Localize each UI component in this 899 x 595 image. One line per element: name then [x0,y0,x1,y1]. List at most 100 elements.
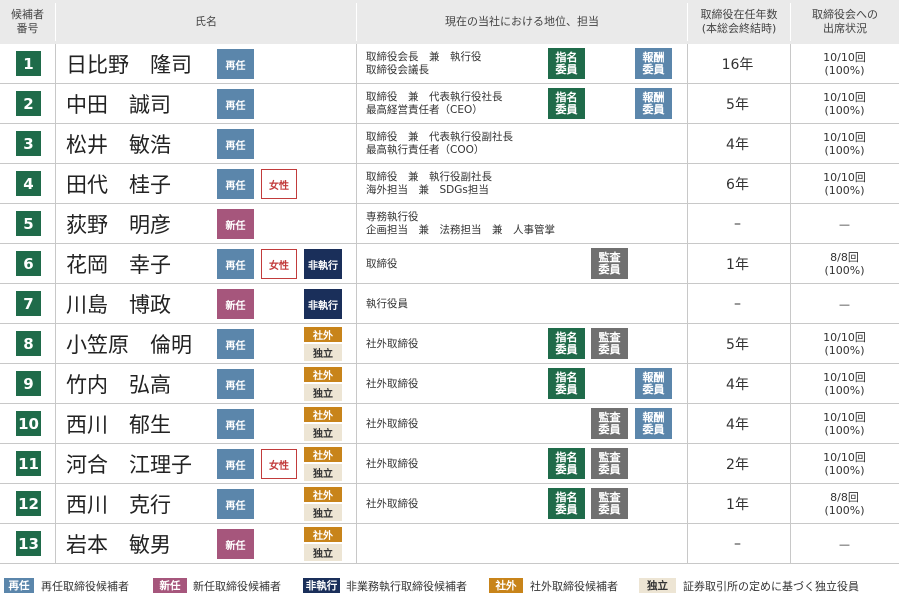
column-divider [687,164,688,203]
board-attendance: 8/8回 (100%) [824,491,865,517]
tenure-years: 4年 [726,377,749,393]
tenure-years: – [734,216,741,232]
candidate-number: 2 [16,91,41,116]
candidate-number: 5 [16,211,41,236]
reappointed-badge: 再任 [217,489,254,519]
candidate-row: 3 松井 敏浩 再任 取締役 兼 代表執行役副社長 最高執行責任者（COO） 4年 10/1… [0,124,899,164]
new-candidate-badge: 新任 [217,209,254,239]
nomination-committee-badge: 指名 委員 [548,88,585,119]
column-divider [55,364,56,403]
column-divider [790,204,791,243]
position-text: 社外取締役 [366,484,419,524]
candidate-name: 荻野 明彦 [66,213,171,237]
position-line: 取締役会議長 [366,64,429,76]
legend-badge-shinnin: 新任 [153,578,187,593]
column-divider [790,124,791,163]
compensation-committee-badge: 報酬 委員 [635,88,672,119]
compensation-committee-badge: 報酬 委員 [635,368,672,399]
candidate-number: 8 [16,331,41,356]
non-executive-badge: 非執行 [304,289,342,319]
candidate-row: 1 日比野 隆司 再任 取締役会長 兼 執行役 取締役会議長 指名 委員 報酬 委員 16年 1… [0,44,899,84]
position-line: 取締役 [366,257,398,270]
candidate-number: 10 [16,411,41,436]
board-attendance: 10/10回 (100%) [823,451,866,477]
candidate-row: 13 岩本 敏男 新任 社外 独立 – — [0,524,899,564]
outside-director-badge: 社外 [304,447,342,462]
candidate-number: 3 [16,131,41,156]
outside-director-badge: 社外 [304,327,342,342]
candidate-name: 中田 誠司 [66,93,171,117]
legend-badge-dokuritsu: 独立 [639,578,676,593]
column-divider [55,244,56,283]
board-attendance: 10/10回 (100%) [823,51,866,77]
new-candidate-badge: 新任 [217,289,254,319]
candidate-row: 10 西川 郁生 再任 社外 独立 社外取締役 監査 委員 報酬 委員 4年 10/10回 (10… [0,404,899,444]
candidate-row: 4 田代 桂子 再任 女性 取締役 兼 執行役副社長 海外担当 兼 SDGs担当 6年 10/… [0,164,899,204]
column-divider [687,84,688,123]
outside-director-badge: 社外 [304,407,342,422]
column-divider [687,124,688,163]
outside-director-badge: 社外 [304,527,342,542]
column-divider [55,444,56,483]
board-attendance: 10/10回 (100%) [823,91,866,117]
legend-text: 新任取締役候補者 [193,579,281,593]
position-text: 執行役員 [366,284,408,324]
column-divider [55,524,56,563]
column-divider [55,284,56,323]
nomination-committee-badge: 指名 委員 [548,328,585,359]
candidate-number: 11 [16,451,41,476]
legend-text: 社外取締役候補者 [530,579,618,593]
column-divider [55,44,56,83]
header-position: 現在の当社における地位、担当 [445,15,599,28]
column-divider [55,84,56,123]
candidate-row: 11 河合 江理子 再任 女性 社外 独立 社外取締役 指名 委員 監査 委員 2年 10/10回 … [0,444,899,484]
audit-committee-badge: 監査 委員 [591,408,628,439]
column-divider [790,164,791,203]
column-divider [687,44,688,83]
header-candidate-number: 候補者 番号 [11,8,44,35]
column-divider [790,84,791,123]
legend-text: 非業務執行取締役候補者 [346,579,467,593]
candidate-name: 岩本 敏男 [66,533,171,557]
legend: 再任 再任取締役候補者 新任 新任取締役候補者 非執行 非業務執行取締役候補者 社外 社外取締… [0,576,899,595]
board-attendance: — [839,537,850,551]
column-divider [687,484,688,523]
column-divider [356,284,357,323]
audit-committee-badge: 監査 委員 [591,488,628,519]
position-text: 取締役 兼 執行役副社長 海外担当 兼 SDGs担当 [366,164,492,204]
position-text: 社外取締役 [366,444,419,484]
column-divider [356,244,357,283]
tenure-years: 4年 [726,417,749,433]
outside-director-badge: 社外 [304,487,342,502]
position-line: 最高経営責任者（CEO） [366,104,483,116]
position-line: 最高執行責任者（COO） [366,144,485,156]
candidate-row: 2 中田 誠司 再任 取締役 兼 代表執行役社長 最高経営責任者（CEO） 指名 委員 報酬… [0,84,899,124]
candidate-row: 9 竹内 弘高 再任 社外 独立 社外取締役 指名 委員 報酬 委員 4年 10/10回 (100… [0,364,899,404]
column-divider [790,404,791,443]
candidate-name: 川島 博政 [66,293,171,317]
legend-badge-hishikko: 非執行 [303,578,340,593]
independent-badge: 独立 [304,544,342,561]
position-line: 取締役会長 兼 執行役 [366,51,482,63]
column-divider [790,484,791,523]
position-text: 取締役 兼 代表執行役社長 最高経営責任者（CEO） [366,84,503,124]
position-line: 社外取締役 [366,417,419,430]
reappointed-badge: 再任 [217,369,254,399]
candidate-name: 松井 敏浩 [66,133,171,157]
position-text: 取締役 兼 代表執行役副社長 最高執行責任者（COO） [366,124,513,164]
column-divider [356,524,357,563]
candidate-row: 8 小笠原 倫明 再任 社外 独立 社外取締役 指名 委員 監査 委員 5年 10/10回 (10… [0,324,899,364]
independent-badge: 独立 [304,464,342,481]
board-attendance: 10/10回 (100%) [823,171,866,197]
column-divider [356,404,357,443]
reappointed-badge: 再任 [217,409,254,439]
column-divider [356,164,357,203]
column-divider [55,404,56,443]
non-executive-badge: 非執行 [304,249,342,279]
audit-committee-badge: 監査 委員 [591,248,628,279]
audit-committee-badge: 監査 委員 [591,448,628,479]
position-text: 社外取締役 [366,404,419,444]
position-text: 社外取締役 [366,364,419,404]
candidate-number: 7 [16,291,41,316]
column-divider [356,44,357,83]
